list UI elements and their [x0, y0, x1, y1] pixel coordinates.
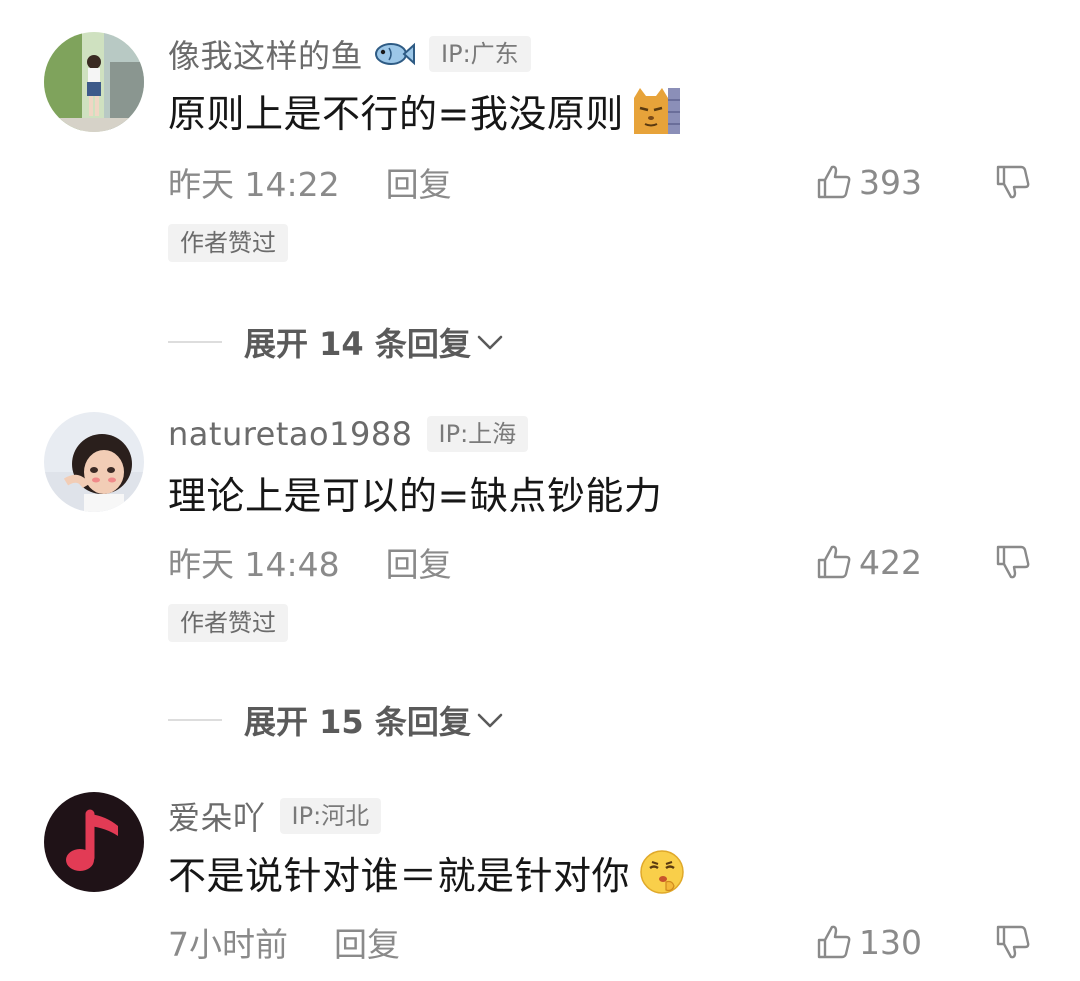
comment-body: 不是说针对谁＝就是针对你 — [168, 844, 688, 900]
comment-header: 爱朵吖 IP:河北 — [168, 793, 382, 839]
shushing-face-icon — [640, 850, 684, 894]
like-button[interactable]: 130 — [815, 920, 922, 964]
thumbs-up-icon — [817, 925, 851, 959]
comment-time: 7小时前 — [168, 925, 288, 964]
music-note-avatar-icon — [44, 792, 144, 892]
thumbs-down-icon[interactable] — [994, 923, 1032, 961]
comment-text: 不是说针对谁＝就是针对你 — [168, 853, 631, 898]
avatar[interactable] — [44, 792, 144, 892]
like-count: 130 — [859, 922, 922, 962]
comment-item: 爱朵吖 IP:河北 不是说针对谁＝就是针对你 7小时前 回复 130 — [0, 0, 1080, 981]
ip-location-badge: IP:河北 — [279, 798, 382, 834]
reply-button[interactable]: 回复 — [334, 918, 400, 966]
username[interactable]: 爱朵吖 — [168, 793, 266, 839]
comment-meta: 7小时前 回复 — [168, 920, 400, 964]
